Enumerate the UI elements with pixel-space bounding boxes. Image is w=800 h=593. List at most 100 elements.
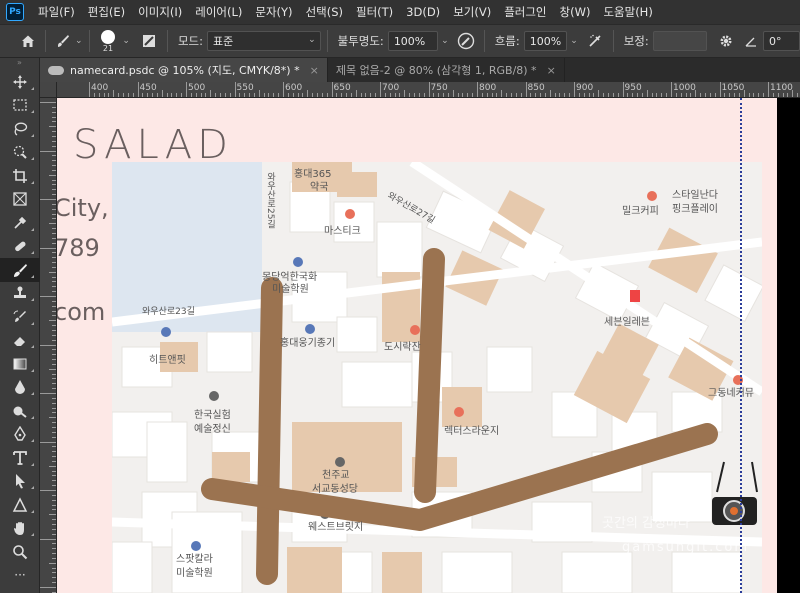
separator: [483, 30, 485, 52]
history-brush-tool-icon[interactable]: [0, 305, 40, 329]
more-tools-icon[interactable]: ···: [0, 564, 40, 588]
gear-icon[interactable]: [715, 29, 738, 53]
map-label-lecter: 렉터스라운지: [444, 425, 499, 437]
ruler-tick: [52, 184, 56, 186]
path-selection-tool-icon[interactable]: [0, 470, 40, 494]
menu-layer[interactable]: 레이어(L): [189, 4, 249, 20]
clone-stamp-tool-icon[interactable]: [0, 282, 40, 306]
ruler-minor-tick: [549, 90, 551, 97]
move-tool-icon[interactable]: [0, 70, 40, 94]
ruler-label: 950: [624, 83, 642, 93]
tab-namecard[interactable]: namecard.psdc @ 105% (지도, CMYK/8*) * ×: [40, 58, 328, 82]
ruler-label: 1050: [721, 83, 745, 93]
ruler-tick: [40, 587, 56, 588]
preset-caret-icon[interactable]: ⌄: [75, 36, 83, 46]
brush-tool-icon[interactable]: [0, 258, 40, 282]
ruler-tick: [52, 509, 56, 511]
close-icon[interactable]: ×: [310, 64, 319, 77]
lasso-tool-icon[interactable]: [0, 117, 40, 141]
eraser-tool-icon[interactable]: [0, 329, 40, 353]
eyedropper-tool-icon[interactable]: [0, 211, 40, 235]
horizontal-ruler[interactable]: 400 450 500 550 600 650 700 750 800 850 900 950 1000…: [57, 82, 800, 98]
ruler-label: 800: [479, 83, 497, 93]
airbrush-icon[interactable]: [584, 29, 607, 53]
blur-tool-icon[interactable]: [0, 376, 40, 400]
dodge-tool-icon[interactable]: [0, 399, 40, 423]
menu-window[interactable]: 창(W): [554, 4, 598, 20]
photoshop-logo-icon[interactable]: Ps: [6, 3, 24, 21]
menu-filter[interactable]: 필터(T): [350, 4, 400, 20]
menu-type[interactable]: 문자(Y): [249, 4, 299, 20]
type-tool-icon[interactable]: [0, 446, 40, 470]
marquee-tool-icon[interactable]: [0, 94, 40, 118]
ruler-major-tick: [768, 82, 769, 97]
close-icon[interactable]: ×: [547, 64, 556, 77]
brush-tool-preset-icon[interactable]: [52, 29, 75, 53]
smoothing-input[interactable]: [652, 31, 707, 51]
guide-line[interactable]: [740, 98, 742, 593]
ruler-tick: [52, 121, 56, 123]
panel-collapse-icon[interactable]: »: [0, 58, 39, 70]
ruler-minor-tick: [433, 93, 435, 97]
ruler-major-tick: [234, 82, 236, 97]
menu-image[interactable]: 이미지(I): [132, 4, 189, 20]
vertical-ruler[interactable]: [40, 98, 57, 593]
frame-tool-icon[interactable]: [0, 188, 40, 212]
ruler-minor-tick: [200, 93, 202, 97]
zoom-tool-icon[interactable]: [0, 540, 40, 564]
shape-tool-icon[interactable]: [0, 493, 40, 517]
menu-edit[interactable]: 편집(E): [82, 4, 132, 20]
ruler-minor-tick: [409, 93, 411, 97]
brush-size-caret-icon[interactable]: ⌄: [122, 36, 130, 46]
document-tabs: namecard.psdc @ 105% (지도, CMYK/8*) * × 제…: [40, 58, 800, 82]
ruler-tick: [52, 194, 56, 196]
flow-caret-icon[interactable]: ⌄: [570, 36, 578, 46]
ruler-tick: [52, 262, 56, 264]
menu-view[interactable]: 보기(V): [447, 4, 498, 20]
hand-tool-icon[interactable]: [0, 517, 40, 541]
healing-brush-tool-icon[interactable]: [0, 235, 40, 259]
home-icon[interactable]: [16, 29, 39, 53]
menu-3d[interactable]: 3D(D): [400, 5, 447, 19]
ruler-tick: [52, 310, 56, 312]
menu-file[interactable]: 파일(F): [32, 4, 82, 20]
brush-settings-panel-icon[interactable]: [138, 29, 161, 53]
ruler-tick: [40, 538, 56, 540]
document-canvas[interactable]: SALAD City, State I2345 789 com: [57, 98, 800, 593]
ruler-minor-tick: [690, 93, 692, 97]
pressure-opacity-icon[interactable]: [455, 29, 478, 53]
map-label-style2: 핑크플레이: [672, 203, 718, 215]
pen-tool-icon[interactable]: [0, 423, 40, 447]
crop-tool-icon[interactable]: [0, 164, 40, 188]
opacity-caret-icon[interactable]: ⌄: [441, 36, 449, 46]
menu-plugins[interactable]: 플러그인: [498, 4, 553, 20]
ruler-tick: [52, 475, 56, 477]
flow-input[interactable]: 100%: [523, 31, 568, 51]
tab-untitled-2[interactable]: 제목 없음-2 @ 80% (삼각형 1, RGB/8) * ×: [328, 58, 565, 82]
ruler-tick: [52, 533, 56, 535]
ruler-tick: [40, 441, 56, 443]
brush-size-picker[interactable]: 21: [95, 29, 120, 53]
menu-select[interactable]: 선택(S): [300, 4, 350, 20]
angle-value: 0°: [768, 34, 782, 48]
ruler-label: 1000: [673, 83, 696, 93]
angle-input[interactable]: 0°: [762, 31, 800, 51]
ruler-minor-tick: [297, 93, 299, 97]
ruler-origin[interactable]: [40, 82, 57, 98]
ruler-tick: [52, 257, 56, 259]
ruler-minor-tick: [569, 93, 571, 97]
ruler-tick: [52, 203, 56, 205]
opacity-input[interactable]: 100%: [387, 31, 439, 51]
mode-select[interactable]: 표준 ⌄: [206, 31, 321, 51]
ruler-tick: [52, 412, 56, 414]
ruler-label: 650: [333, 83, 351, 93]
menu-help[interactable]: 도움말(H): [597, 4, 659, 20]
ruler-minor-tick: [215, 93, 217, 97]
ruler-minor-tick: [520, 93, 522, 97]
ruler-tick: [52, 422, 56, 424]
quick-select-tool-icon[interactable]: [0, 141, 40, 165]
ruler-minor-tick: [224, 93, 226, 97]
ruler-minor-tick: [544, 93, 546, 97]
ruler-minor-tick: [607, 93, 609, 97]
gradient-tool-icon[interactable]: [0, 352, 40, 376]
